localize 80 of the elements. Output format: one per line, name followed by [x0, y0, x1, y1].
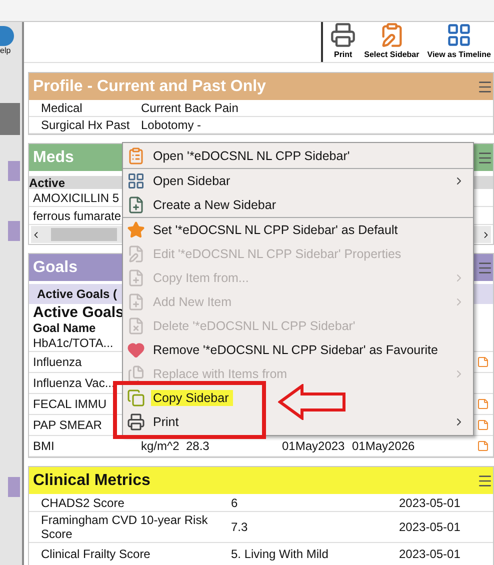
table-cell: kg/m^2	[141, 439, 180, 453]
menu-label: Open '*eDOCSNL NL CPP Sidebar'	[152, 148, 351, 164]
toolbar-button[interactable]: View as Timeline	[424, 22, 494, 59]
table-cell: Surgical Hx Past	[41, 118, 130, 132]
rail-block	[0, 103, 20, 135]
menu-icon[interactable]	[477, 78, 493, 94]
menu-item[interactable]: Copy Sidebar	[123, 386, 473, 410]
toolbar-button[interactable]: Print	[327, 22, 360, 59]
table-cell: Medical	[41, 101, 82, 115]
menu-label: Open Sidebar	[152, 173, 232, 189]
table-cell: CHADS2 Score	[41, 496, 124, 510]
document-x-icon	[127, 317, 145, 335]
timeline-icon	[446, 22, 472, 48]
heart-icon	[127, 341, 145, 359]
menu-label: Create a New Sidebar	[152, 197, 277, 213]
table-cell: Clinical Frailty Score	[41, 547, 150, 561]
annotation-arrow	[278, 384, 346, 420]
menu-icon[interactable]	[477, 260, 493, 276]
menu-icon[interactable]	[477, 150, 493, 166]
note-icon[interactable]	[477, 356, 489, 368]
table-cell: 6	[231, 496, 238, 510]
table-cell: Lobotomy -	[141, 118, 202, 132]
table-cell: ferrous fumarate	[33, 208, 122, 222]
copy-icon	[127, 389, 145, 407]
toolbar-button[interactable]: Select Sidebar	[361, 22, 422, 59]
documents-icon	[127, 365, 145, 383]
section-title: Goals	[33, 258, 78, 276]
section-title: Clinical Metrics	[33, 472, 150, 490]
menu-label: Remove '*eDOCSNL NL CPP Sidebar' as Favourite	[152, 342, 439, 358]
table-cell: 7.3	[231, 520, 248, 534]
table-cell: Influenza Vac...	[33, 376, 115, 390]
table-cell: AMOXICILLIN 5	[33, 190, 120, 204]
table-cell: 01May2026	[352, 439, 415, 453]
table-cell: HbA1c/TOTA...	[33, 336, 114, 350]
column-header: Active	[29, 176, 66, 190]
document-plus-icon	[127, 269, 145, 287]
table-cell: FECAL IMMU	[33, 397, 107, 411]
menu-label: Print	[152, 414, 180, 430]
table-cell: BMI	[33, 439, 54, 453]
menu-item[interactable]: Open '*eDOCSNL NL CPP Sidebar'	[123, 144, 473, 169]
star-icon	[127, 221, 145, 239]
printer-icon	[330, 22, 356, 48]
document-plus-icon	[127, 196, 145, 214]
highlighted-label: Copy Sidebar	[151, 390, 233, 406]
table-cell: Framingham CVD 10-year Risk Score	[41, 513, 208, 541]
document-pencil-icon	[127, 245, 145, 263]
column-header: Goal Name	[33, 321, 96, 335]
tab[interactable]: Active Goals (	[37, 287, 118, 301]
menu-item[interactable]: Print	[123, 410, 473, 434]
menu-label: Replace with Items from	[152, 366, 288, 382]
menu-label: Add New Item	[152, 294, 233, 310]
goals-heading: Active Goals	[33, 304, 124, 321]
table-cell: 28.3	[186, 439, 210, 453]
note-icon[interactable]	[477, 419, 489, 431]
table-cell: Influenza	[33, 355, 82, 369]
printer-icon	[127, 413, 145, 431]
table-cell: 5. Living With Mild	[231, 547, 328, 561]
menu-item[interactable]: Set '*eDOCSNL NL CPP Sidebar' as Default	[123, 218, 473, 242]
section-title: Profile - Current and Past Only	[33, 78, 266, 96]
grid-icon	[127, 172, 145, 190]
table-cell: 2023-05-01	[399, 496, 460, 510]
menu-label: Set '*eDOCSNL NL CPP Sidebar' as Default	[152, 222, 399, 238]
menu-item[interactable]: Open Sidebar	[123, 169, 473, 193]
menu-icon[interactable]	[477, 472, 493, 488]
scroll-thumb[interactable]	[51, 228, 117, 241]
table-cell: 01May2023	[282, 439, 345, 453]
table-cell: 2023-05-01	[399, 520, 460, 534]
document-plus-icon	[127, 293, 145, 311]
menu-label: Delete '*eDOCSNL NL CPP Sidebar'	[152, 318, 356, 334]
menu-item[interactable]: Remove '*eDOCSNL NL CPP Sidebar' as Favourite	[123, 338, 473, 362]
table-cell: 2023-05-01	[399, 547, 460, 561]
menu-item[interactable]: Create a New Sidebar	[123, 193, 473, 218]
section-title: Meds	[33, 148, 74, 166]
menu-label: Copy Item from...	[152, 270, 250, 286]
menu-label: Edit '*eDOCSNL NL CPP Sidebar' Properties	[152, 246, 402, 262]
note-icon[interactable]	[477, 440, 489, 452]
clipboard-icon	[127, 147, 145, 165]
table-cell: PAP SMEAR	[33, 418, 102, 432]
table-cell: Current Back Pain	[141, 101, 238, 115]
note-icon[interactable]	[477, 398, 489, 410]
